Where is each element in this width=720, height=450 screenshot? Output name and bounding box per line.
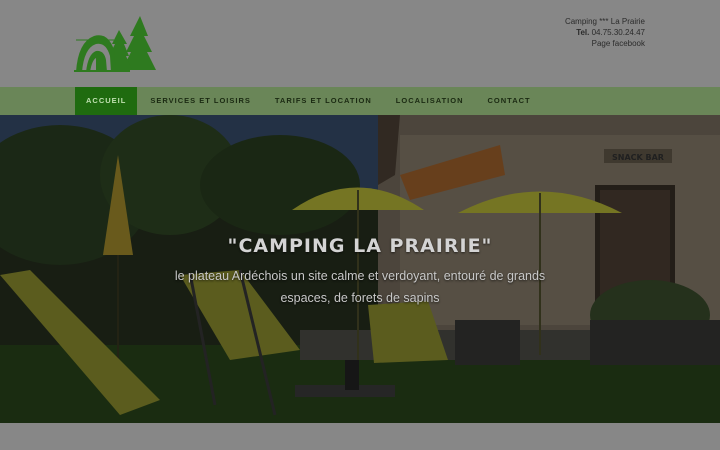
page-bottom-strip bbox=[0, 423, 720, 450]
main-nav: ACCUEIL SERVICES ET LOISIRS TARIFS ET LO… bbox=[0, 87, 720, 115]
nav-item-contact[interactable]: CONTACT bbox=[477, 87, 542, 115]
tel-label: Tel. bbox=[576, 28, 590, 37]
hero-banner: SNACK BAR "CAMPING LA PRAIRIE" le platea… bbox=[0, 115, 720, 423]
nav-item-accueil[interactable]: ACCUEIL bbox=[75, 87, 138, 115]
phone-line: Tel. 04.75.30.24.47 bbox=[565, 27, 645, 38]
hero-title: "CAMPING LA PRAIRIE" bbox=[227, 235, 493, 257]
site-header: Camping *** La Prairie Tel. 04.75.30.24.… bbox=[0, 0, 720, 87]
hero-subtitle: le plateau Ardéchois un site calme et ve… bbox=[174, 269, 546, 305]
camping-name: Camping *** La Prairie bbox=[564, 17, 645, 26]
nav-item-localisation[interactable]: LOCALISATION bbox=[385, 87, 475, 115]
camping-logo-icon[interactable] bbox=[74, 14, 156, 74]
facebook-link[interactable]: Page facebook bbox=[592, 39, 645, 48]
nav-item-tarifs-location[interactable]: TARIFS ET LOCATION bbox=[264, 87, 383, 115]
header-contact: Camping *** La Prairie Tel. 04.75.30.24.… bbox=[565, 16, 645, 49]
nav-item-services-loisirs[interactable]: SERVICES ET LOISIRS bbox=[139, 87, 262, 115]
hero-text: "CAMPING LA PRAIRIE" le plateau Ardéchoi… bbox=[0, 235, 720, 309]
phone-number[interactable]: 04.75.30.24.47 bbox=[592, 28, 645, 37]
